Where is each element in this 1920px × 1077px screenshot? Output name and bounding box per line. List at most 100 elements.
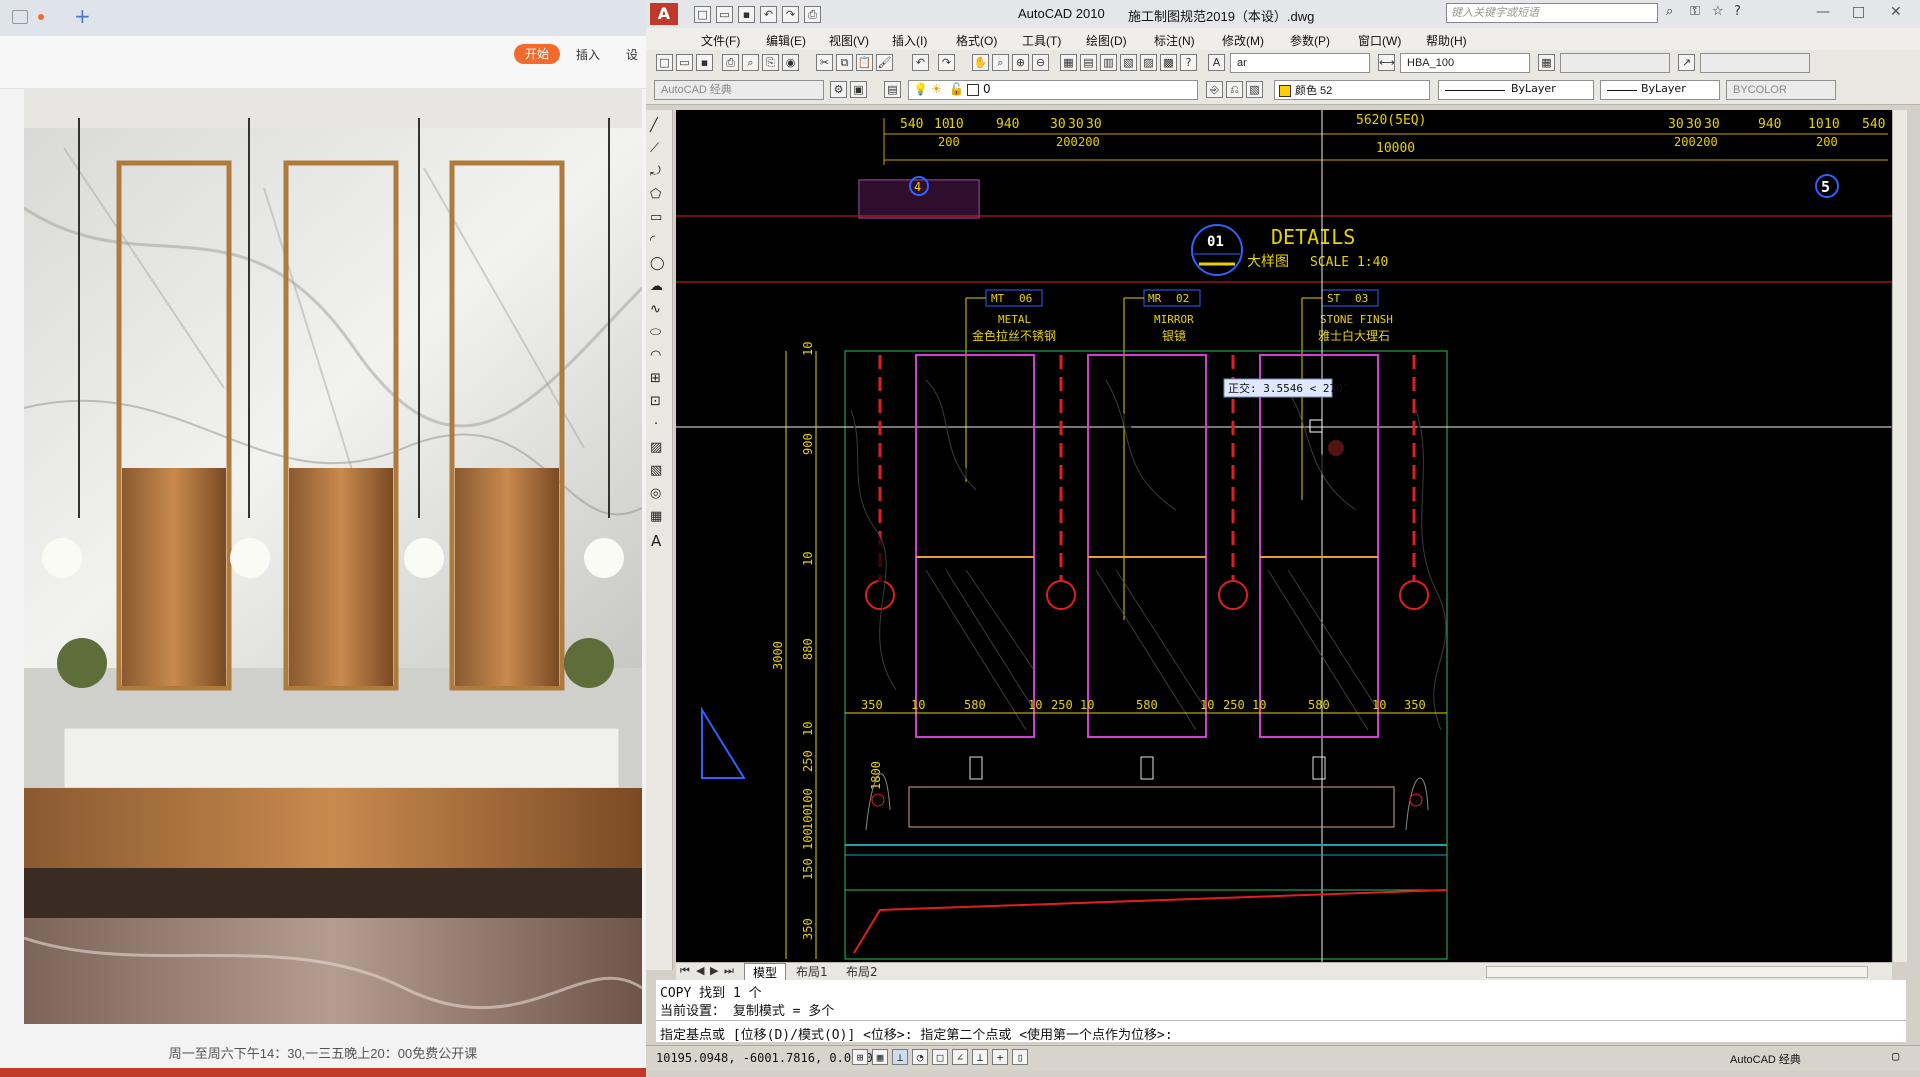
close-button[interactable]: ✕ xyxy=(1890,4,1902,20)
layer-previous-icon[interactable]: ⎌ xyxy=(1226,81,1243,98)
menu-edit[interactable]: 编辑(E) xyxy=(766,32,806,49)
layer-select[interactable]: 💡 ☀ 🔓 0 xyxy=(908,80,1198,100)
ellipse-icon[interactable]: ⬭ xyxy=(650,325,661,340)
tool-palettes-icon[interactable]: ▥ xyxy=(1100,54,1117,71)
quickcalc-icon[interactable]: ▩ xyxy=(1160,54,1177,71)
otrack-toggle-icon[interactable]: ∠ xyxy=(952,1049,968,1065)
design-center-icon[interactable]: ▤ xyxy=(1080,54,1097,71)
polygon-icon[interactable]: ⬠ xyxy=(650,187,661,202)
mtext-icon[interactable]: A xyxy=(651,532,661,550)
plot-icon[interactable]: ⎙ xyxy=(722,54,739,71)
workspace-select[interactable]: AutoCAD 经典 xyxy=(654,80,824,100)
redo-toolbar-icon[interactable]: ↷ xyxy=(938,54,955,71)
matchprop-icon[interactable]: 🖌 xyxy=(876,54,893,71)
tab-nav-prev-icon[interactable]: ◀ xyxy=(696,964,704,977)
menu-draw[interactable]: 绘图(D) xyxy=(1086,32,1127,49)
window-icon[interactable] xyxy=(12,10,28,24)
layer-properties-icon[interactable]: ▤ xyxy=(884,81,901,98)
help-icon[interactable]: ? xyxy=(1734,4,1741,19)
menu-window[interactable]: 窗口(W) xyxy=(1358,32,1401,49)
make-block-icon[interactable]: ⊡ xyxy=(650,394,661,409)
properties-icon[interactable]: ▦ xyxy=(1060,54,1077,71)
tab-nav-last-icon[interactable]: ⏭ xyxy=(724,964,734,978)
grid-toggle-icon[interactable]: ▦ xyxy=(872,1049,888,1065)
menu-file[interactable]: 文件(F) xyxy=(701,32,740,49)
pan-icon[interactable]: ✋ xyxy=(972,54,989,71)
clean-screen-icon[interactable]: ▢ xyxy=(1892,1049,1899,1063)
tab-design[interactable]: 设 xyxy=(626,46,638,63)
minimize-button[interactable]: — xyxy=(1816,4,1830,20)
lineweight-select[interactable]: ByLayer xyxy=(1600,80,1720,100)
qnew-icon[interactable]: □ xyxy=(656,54,673,71)
table-style-select[interactable] xyxy=(1560,53,1670,73)
new-tab-icon[interactable]: + xyxy=(74,4,91,28)
menu-tools[interactable]: 工具(T) xyxy=(1022,32,1061,49)
table-style-icon[interactable]: ▦ xyxy=(1538,54,1555,71)
osnap-toggle-icon[interactable]: □ xyxy=(932,1049,948,1065)
gradient-icon[interactable]: ▧ xyxy=(650,463,662,478)
circle-icon[interactable]: ◯ xyxy=(650,256,665,271)
key-icon[interactable]: ⚿ xyxy=(1690,4,1700,19)
cut-icon[interactable]: ✂ xyxy=(816,54,833,71)
markup-icon[interactable]: ▨ xyxy=(1140,54,1157,71)
plotstyle-select[interactable]: BYCOLOR xyxy=(1726,80,1836,100)
text-style-select[interactable]: ar xyxy=(1230,53,1370,73)
preview-icon[interactable]: ⌕ xyxy=(742,54,759,71)
dim-style-select[interactable]: HBA_100 xyxy=(1400,53,1530,73)
3dprint-icon[interactable]: ◉ xyxy=(782,54,799,71)
tab-insert[interactable]: 插入 xyxy=(576,46,600,63)
help-toolbar-icon[interactable]: ? xyxy=(1180,54,1197,71)
construction-line-icon[interactable]: ⟋ xyxy=(650,141,659,156)
star-icon[interactable]: ☆ xyxy=(1712,4,1724,19)
menu-dimension[interactable]: 标注(N) xyxy=(1154,32,1195,49)
polar-toggle-icon[interactable]: ◔ xyxy=(912,1049,928,1065)
print-icon[interactable]: ⎙ xyxy=(804,6,821,23)
paste-icon[interactable]: 📋 xyxy=(856,54,873,71)
menu-parametric[interactable]: 参数(P) xyxy=(1290,32,1330,49)
dyn-toggle-icon[interactable]: + xyxy=(992,1049,1008,1065)
workspace-settings-icon[interactable]: ⚙ xyxy=(830,81,847,98)
publish-icon[interactable]: ⎘ xyxy=(762,54,779,71)
zoom-window-icon[interactable]: ⊕ xyxy=(1012,54,1029,71)
new-file-icon[interactable]: □ xyxy=(694,6,711,23)
multileader-style-icon[interactable]: ↗ xyxy=(1678,54,1695,71)
command-prompt-line[interactable]: 指定基点或 [位移(D)/模式(O)] <位移>: 指定第二个点或 <使用第一个… xyxy=(660,1024,1173,1043)
search-input[interactable]: 键入关键字或短语 xyxy=(1451,4,1539,22)
linetype-select[interactable]: ByLayer xyxy=(1438,80,1594,100)
open-icon[interactable]: ▭ xyxy=(676,54,693,71)
spline-icon[interactable]: ∿ xyxy=(650,302,661,317)
sheet-set-icon[interactable]: ▧ xyxy=(1120,54,1137,71)
maximize-button[interactable]: □ xyxy=(1852,4,1865,20)
vertical-scrollbar[interactable] xyxy=(1892,110,1907,962)
redo-icon[interactable]: ↷ xyxy=(782,6,799,23)
table-icon[interactable]: ▦ xyxy=(650,509,662,524)
make-current-icon[interactable]: ⎆ xyxy=(1206,81,1223,98)
color-select[interactable]: 颜色 52 xyxy=(1274,80,1430,100)
dim-style-icon[interactable]: ⟷ xyxy=(1378,54,1395,71)
autocad-logo-icon[interactable]: A xyxy=(650,3,678,25)
text-style-icon[interactable]: A xyxy=(1208,54,1225,71)
tab-nav-first-icon[interactable]: ⏮ xyxy=(680,964,690,978)
point-icon[interactable]: · xyxy=(654,417,658,432)
hatch-icon[interactable]: ▨ xyxy=(650,440,662,455)
drawing-canvas[interactable]: 540 10 10 940 30 30 30 200 200 200 5620(… xyxy=(676,110,1893,962)
menu-view[interactable]: 视图(V) xyxy=(829,32,869,49)
polyline-icon[interactable]: ⤾ xyxy=(650,164,661,179)
status-workspace[interactable]: AutoCAD 经典 xyxy=(1730,1051,1801,1067)
qsave-icon[interactable]: ▪ xyxy=(696,54,713,71)
line-icon[interactable]: ╱ xyxy=(650,118,658,133)
multileader-style-select[interactable] xyxy=(1700,53,1810,73)
tab-layout2[interactable]: 布局2 xyxy=(838,963,886,980)
menu-insert[interactable]: 插入(I) xyxy=(892,32,927,49)
copy-icon[interactable]: ⧉ xyxy=(836,54,853,71)
ellipse-arc-icon[interactable]: ◠ xyxy=(650,348,661,363)
cursor-coordinates[interactable]: 10195.0948, -6001.7816, 0.0000 xyxy=(656,1051,873,1065)
save-icon[interactable]: ▪ xyxy=(738,6,755,23)
command-window[interactable]: COPY 找到 1 个 当前设置： 复制模式 = 多个 指定基点或 [位移(D)… xyxy=(656,980,1906,1043)
open-file-icon[interactable]: ▭ xyxy=(716,6,733,23)
tab-model[interactable]: 模型 xyxy=(744,963,787,981)
lwt-toggle-icon[interactable]: ▯ xyxy=(1012,1049,1028,1065)
search-box[interactable]: 键入关键字或短语 xyxy=(1446,3,1658,23)
insert-block-icon[interactable]: ⊞ xyxy=(650,371,661,386)
horizontal-scrollbar[interactable] xyxy=(1486,966,1868,978)
